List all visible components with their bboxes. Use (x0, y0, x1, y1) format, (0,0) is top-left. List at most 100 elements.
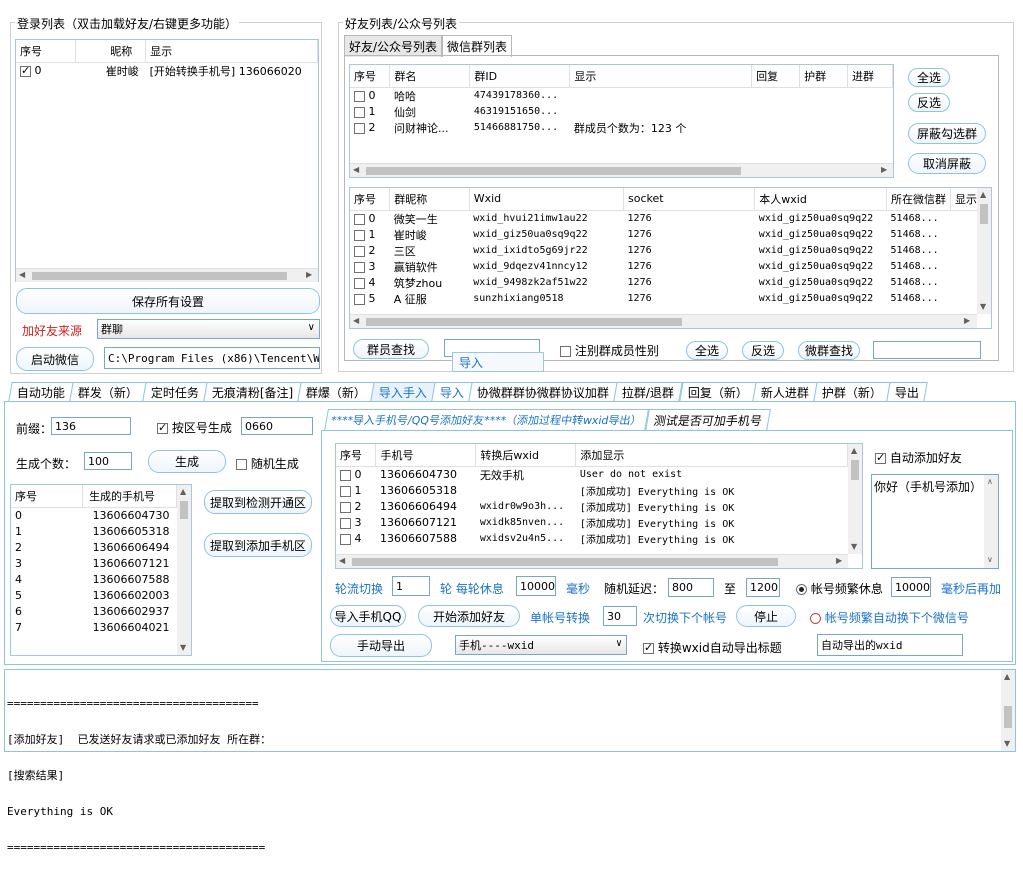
tab-new-member[interactable]: 新人进群 (751, 382, 818, 401)
delay-min-field[interactable]: 800 (668, 578, 714, 597)
scroll-right-icon[interactable]: ▶ (964, 316, 970, 325)
gender-filter[interactable]: 注别群成员性别 (560, 342, 659, 359)
table-row[interactable]: 0 微笑一生 wxid_hvui21imw1au22 1276 wxid_giz50ua… (350, 210, 978, 227)
auto-export-option[interactable]: 转换wxid自动导出标题 (643, 639, 782, 656)
log-area[interactable]: ====================================== [… (4, 669, 1016, 854)
table-row[interactable]: 1 13606605318 [添加成功] Everything is OK (336, 483, 848, 499)
scroll-down-icon[interactable]: ▼ (980, 302, 986, 311)
vertical-scrollbar[interactable]: ▲ ▼ (1001, 670, 1015, 751)
row-checkbox[interactable] (354, 90, 365, 102)
row-checkbox[interactable] (340, 469, 351, 481)
export-format-select[interactable]: 手机----wxid ∨ (455, 635, 627, 655)
col-header[interactable]: Wxid (469, 188, 625, 211)
scroll-up-icon[interactable]: ▲ (980, 190, 986, 199)
col-header[interactable]: 序号 (350, 65, 391, 88)
scroll-left-icon[interactable]: ◀ (353, 165, 359, 174)
row-checkbox[interactable] (354, 261, 365, 273)
greeting-textarea[interactable]: 你好（手机号添加） ∧ ∨ (871, 474, 999, 569)
bottom-select-all-button[interactable]: 全选 (686, 341, 728, 360)
tab-export[interactable]: 导出 (885, 382, 928, 401)
table-row[interactable]: 0 哈哈 47439178360... (350, 87, 893, 104)
scroll-up-icon[interactable]: ▲ (851, 446, 857, 455)
table-row[interactable]: 4 13606607588 wxidsv2u4n5... [添加成功] Everyth… (336, 531, 848, 547)
col-header[interactable]: 序号 (350, 188, 391, 211)
vertical-scrollbar[interactable]: ∧ ∨ (984, 475, 998, 568)
col-header[interactable]: 转换后wxid (475, 444, 577, 467)
random-option[interactable]: 随机生成 (236, 455, 299, 472)
col-header[interactable]: 手机号 (375, 444, 477, 467)
start-add-button[interactable]: 开始添加好友 (418, 605, 520, 627)
tab-scheduled-task[interactable]: 定时任务 (142, 382, 208, 401)
table-row[interactable]: 6 13606602937 (11, 603, 177, 619)
auto-add-option[interactable]: 自动添加好友 (875, 449, 962, 466)
area-code-field[interactable]: 0660 (241, 417, 313, 435)
freq-rest-field[interactable]: 10000 (891, 577, 931, 597)
horizontal-scrollbar[interactable]: ◀ ▶ (350, 163, 893, 177)
col-header[interactable]: 本人wxid (754, 188, 888, 211)
col-header[interactable]: 进群 (847, 65, 893, 88)
tab-clean-fans[interactable]: 无痕清粉[备注] (203, 382, 303, 401)
by-area-checkbox[interactable] (157, 421, 168, 434)
friend-source-select[interactable]: 群聊 ∨ (97, 319, 320, 339)
wechat-group-search-button[interactable]: 微群查找 (798, 341, 860, 360)
tab-import-manual[interactable]: 导入手入 (370, 382, 437, 401)
row-checkbox[interactable] (340, 501, 351, 513)
member-list[interactable]: 序号 群昵称 Wxid socket 本人wxid 所在微信群 显示 0 微笑一生… (349, 187, 992, 329)
table-row[interactable]: 0 13606604730 无效手机 User do not exist (336, 466, 848, 483)
round-rest-field[interactable]: 10000 (516, 576, 556, 596)
scroll-thumb[interactable] (1004, 706, 1012, 728)
rotate-field[interactable]: 1 (392, 576, 430, 596)
scroll-down-icon[interactable]: ▼ (1004, 739, 1010, 748)
row-checkbox[interactable] (354, 122, 365, 134)
col-header[interactable]: socket (623, 188, 756, 211)
scroll-thumb[interactable] (366, 318, 682, 326)
tab-group-burst[interactable]: 群爆（新） (297, 382, 376, 401)
col-header[interactable]: 序号 (11, 485, 84, 508)
scroll-thumb[interactable] (352, 558, 778, 566)
col-header[interactable]: 显示 (950, 188, 979, 211)
scroll-up-icon[interactable]: ∧ (987, 477, 993, 486)
scroll-left-icon[interactable]: ◀ (19, 270, 25, 279)
auto-export-title-field[interactable]: 自动导出的wxid (817, 634, 963, 656)
table-row[interactable]: 3 13606607121 (11, 555, 177, 571)
table-row[interactable]: 5A 征服 sunzhixiang0518 1276 wxid_giz50ua0sq9… (350, 291, 978, 307)
tab-import[interactable]: 导入 (431, 382, 474, 401)
scroll-left-icon[interactable]: ◀ (339, 556, 345, 565)
scroll-up-icon[interactable]: ▲ (1004, 672, 1010, 681)
col-header[interactable]: 添加显示 (575, 444, 848, 467)
table-row[interactable]: 0 崔时峻 [开始转换手机号] 136066020 (16, 62, 318, 79)
invert-groups-button[interactable]: 反选 (908, 93, 950, 112)
select-all-groups-button[interactable]: 全选 (908, 68, 950, 87)
tab-reply[interactable]: 回复（新） (678, 382, 757, 401)
start-wechat-button[interactable]: 启动微信 (16, 347, 94, 371)
scroll-thumb[interactable] (366, 167, 741, 175)
import-phone-button[interactable]: 导入手机QQ (330, 605, 406, 627)
gender-checkbox[interactable] (560, 346, 571, 357)
tab-friend-list[interactable]: 好友/公众号列表 (344, 35, 443, 57)
generated-phone-list[interactable]: 序号 生成的手机号 0 13606604730 1 13606605318 2 136… (10, 484, 192, 656)
scroll-down-icon[interactable]: ∨ (987, 555, 993, 564)
scroll-right-icon[interactable]: ▶ (836, 556, 842, 565)
col-header[interactable]: 显示 (145, 40, 318, 63)
tab-mass-send[interactable]: 群发（新） (69, 382, 147, 401)
col-header[interactable]: 群ID (469, 65, 571, 88)
freq-rest-option[interactable]: 帐号频繁休息 (796, 580, 883, 597)
col-header[interactable]: 回复 (751, 65, 801, 88)
table-row[interactable]: 2 13606606494 (11, 539, 177, 555)
scroll-right-icon[interactable]: ▶ (306, 270, 312, 279)
table-row[interactable]: 4 筑梦zhou wxid_9498zk2af51w22 1276 wxid_giz50… (350, 275, 978, 291)
scroll-down-icon[interactable]: ▼ (180, 643, 186, 652)
scroll-down-icon[interactable]: ▼ (851, 542, 857, 551)
auto-switch-radio[interactable] (810, 613, 821, 624)
table-row[interactable]: 2 13606606494 wxidr0w9o3h... [添加成功] Everyth… (336, 499, 848, 515)
col-header[interactable]: 显示 (569, 65, 753, 88)
table-row[interactable]: 1 仙剑 46319151650... (350, 104, 893, 120)
member-search-button[interactable]: 群员查找 (353, 339, 429, 359)
random-checkbox[interactable] (236, 459, 247, 470)
row-checkbox[interactable] (354, 106, 365, 118)
col-header[interactable]: 昵称 (75, 40, 147, 63)
row-checkbox[interactable] (354, 293, 365, 305)
save-settings-button[interactable]: 保存所有设置 (16, 288, 320, 314)
vertical-scrollbar[interactable]: ▲ ▼ (977, 188, 991, 314)
table-row[interactable]: 5 13606602003 (11, 587, 177, 603)
